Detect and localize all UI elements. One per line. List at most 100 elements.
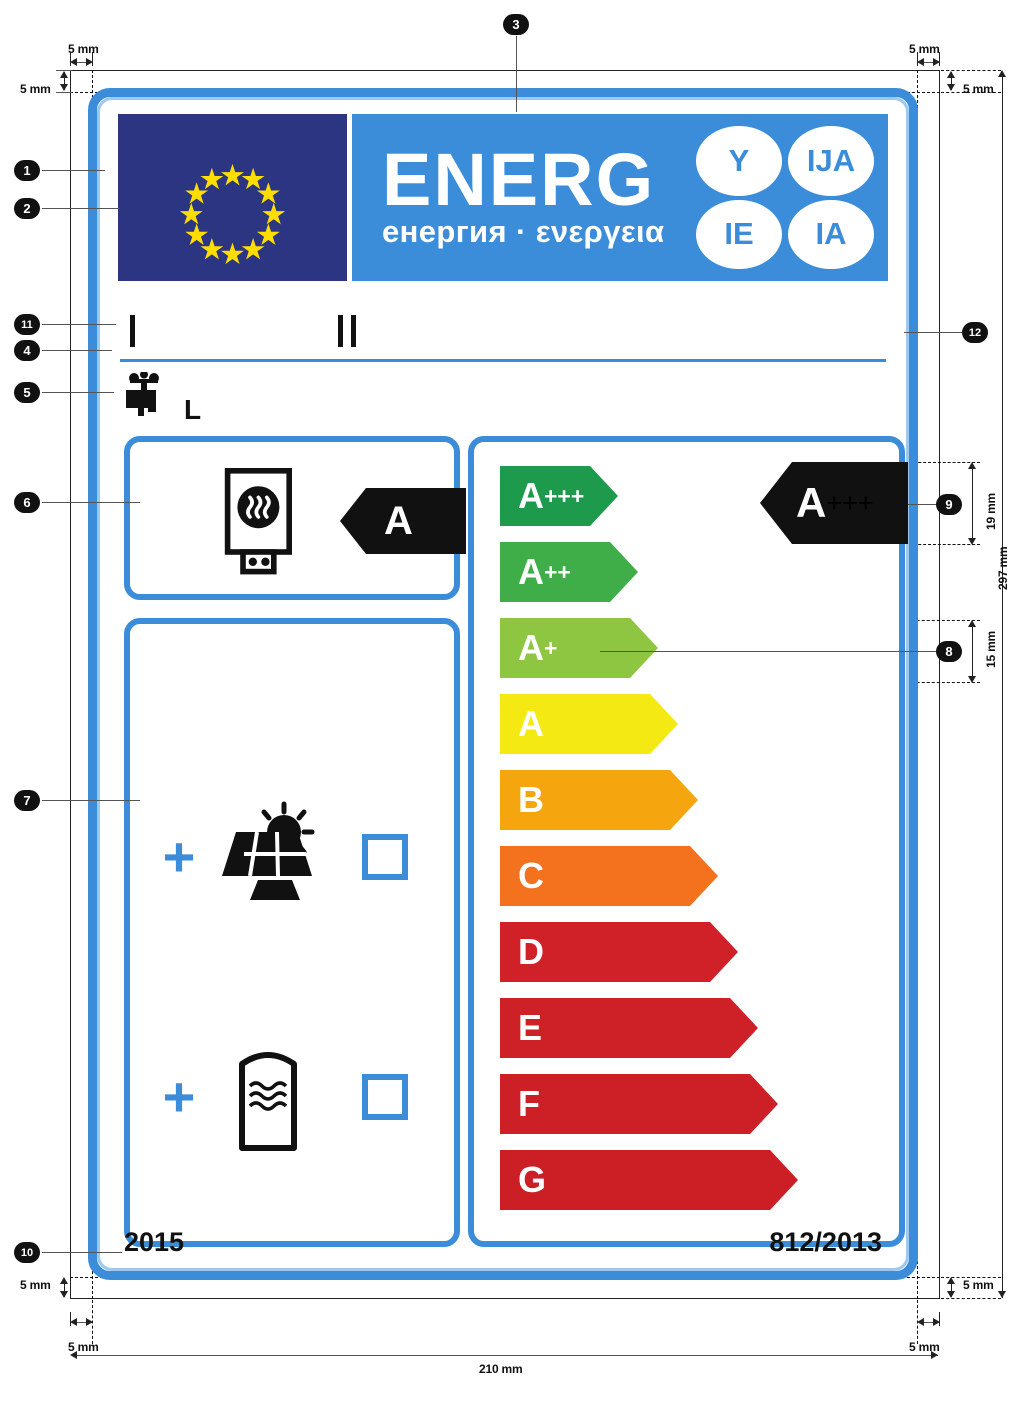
energy-band-d: D [500,922,738,982]
callout-6[interactable]: 6 [14,492,40,513]
callout-5[interactable]: 5 [14,382,40,403]
dim-19mm-arrow-up [968,462,976,469]
energy-band-a2: A ++ [500,542,638,602]
tank-option-checkbox[interactable] [362,1074,408,1120]
energy-band-a1: A + [500,618,658,678]
solar-collector-icon [208,798,326,916]
dim-bottom-right-v-arrow-down [947,1291,955,1298]
dim-top-right-h-arrow-left [917,58,924,66]
trim-box-right [939,70,940,1299]
leader-7 [42,800,140,801]
dim-top-left-v-arrow-up [60,71,68,78]
dim-top-right-h-tick-b [939,52,940,66]
tap-icon [126,370,159,416]
energy-band-d-label: D [518,931,544,972]
dim-top-right-v-arrow-up [947,71,955,78]
leader-2 [42,208,120,209]
leader-3 [516,36,517,112]
energ-circle-ija: IJA [788,126,874,196]
energy-band-a2-label: A [518,551,544,592]
callout-8[interactable]: 8 [936,641,962,662]
dim-bottom-left-h-arrow-left [70,1318,77,1326]
water-heater-icon [224,468,292,575]
dim-top-left-h-tick-b [92,52,93,66]
energ-circle-ia: IA [788,199,874,269]
dim-bottom-right-h-arrow-left [917,1318,924,1326]
dim-top-left-h-arrow-left [70,58,77,66]
model-identifier-placeholder [338,315,369,347]
dim-top-right-v-tick-a [941,70,1001,71]
dim-bottom-right-h-tick-a [917,1300,918,1344]
hot-water-tank-icon [208,1038,326,1156]
dim-top-left-h-text: 5 mm [68,42,99,56]
callout-12[interactable]: 12 [962,322,988,343]
energy-band-a-label: A [518,703,544,744]
dim-top-right-v-text: 5 mm [963,82,994,96]
water-tap-group: L [124,370,214,428]
dim-15mm-text: 15 mm [984,630,998,668]
dim-total-height-line [1002,72,1003,1298]
dim-top-left-v-arrow-down [60,84,68,91]
dim-top-right-h-text: 5 mm [909,42,940,56]
optional-equipment-panel: + + [124,618,460,1247]
callout-9[interactable]: 9 [936,494,962,515]
dim-top-left-v-text: 5 mm [20,82,51,96]
leader-1 [42,170,105,171]
callout-10[interactable]: 10 [14,1242,40,1263]
plus-icon-tank: + [162,1065,196,1128]
dim-total-width-arrow-right [931,1351,938,1359]
callout-7[interactable]: 7 [14,790,40,811]
dim-top-right-v-arrow-down [947,84,955,91]
dim-total-height-arrow-up [998,70,1006,77]
dim-top-left-h-tick-a [70,52,71,66]
callout-3[interactable]: 3 [503,14,529,35]
dim-bottom-left-h-tick-a [70,1312,71,1326]
dim-19mm-text: 19 mm [984,492,998,530]
trim-box-top [70,70,940,71]
callout-4[interactable]: 4 [14,340,40,361]
dim-total-height-text: 297 mm [996,546,1010,591]
dim-19mm-line [972,464,973,542]
trim-box-bottom [70,1298,940,1299]
energy-band-a3-label: A [518,475,544,516]
overall-rating-letter: A [796,479,827,526]
dim-19mm-arrow-down [968,538,976,545]
energy-band-f: F [500,1074,778,1134]
callout-11[interactable]: 11 [14,314,40,335]
solar-option-checkbox[interactable] [362,834,408,880]
water-heating-class-arrow: A [340,488,466,554]
label-year: 2015 [124,1227,185,1257]
dim-top-left-v-tick-b [56,92,72,93]
energ-banner: ENERG енергия · ενεργεια Y IJA IE IA [352,114,888,281]
dim-bottom-right-v-tick-b [941,1298,1001,1299]
trim-box-left [70,70,71,1299]
dim-bottom-right-v-tick-a [941,1277,1001,1278]
dim-top-right-h-tick-a [917,52,918,66]
energy-label: ENERG енергия · ενεργεια Y IJA IE IA L A… [88,88,918,1280]
leader-8 [600,651,940,652]
dim-15mm-arrow-up [968,620,976,627]
eu-flag-icon [118,114,347,281]
energy-class-scale-panel: A +++ A ++ A + A B C D E F G [468,436,905,1247]
dim-15mm-arrow-down [968,676,976,683]
energ-subtitle: енергия · ενεργεια [382,214,665,250]
technical-drawing-canvas: 5 mm 5 mm 5 mm 5 mm 5 mm 5 mm 5 mm 5 mm [0,0,1024,1414]
dim-bottom-left-v-arrow-up [60,1277,68,1284]
plus-icon-solar: + [162,825,196,888]
energy-band-a3: A +++ [500,466,618,526]
callout-2[interactable]: 2 [14,198,40,219]
energy-band-g-label: G [518,1159,547,1200]
dim-total-width-text: 210 mm [479,1362,523,1376]
leader-5 [42,392,114,393]
water-heating-panel: A [124,436,466,600]
energy-class-scale: A +++ A ++ A + A B C D E F G [500,466,925,1265]
leader-12 [904,332,968,333]
energy-band-f-label: F [518,1083,540,1124]
leader-11 [42,324,116,325]
leader-6 [42,502,140,503]
energy-band-b: B [500,770,698,830]
energy-band-b-label: B [518,779,544,820]
energy-band-a: A [500,694,678,754]
callout-1[interactable]: 1 [14,160,40,181]
dim-bottom-right-v-arrow-up [947,1277,955,1284]
